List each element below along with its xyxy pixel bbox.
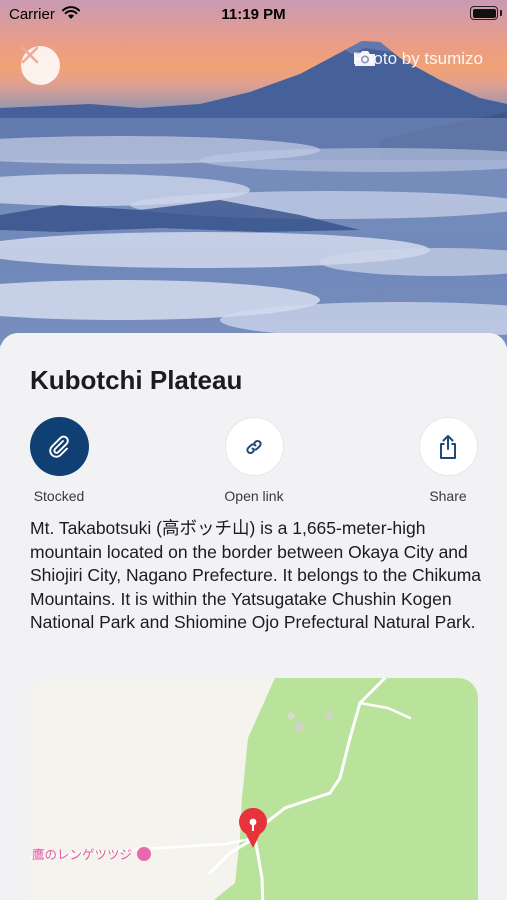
location-map[interactable]: 鷹のレンゲツツジ: [30, 678, 478, 900]
place-description: Mt. Takabotsuki (高ボッチ山) is a 1,665-meter…: [30, 518, 482, 632]
map-poi-name: 鷹のレンゲツツジ: [32, 848, 133, 862]
battery-cap: [500, 10, 502, 16]
stocked-label: Stocked: [33, 488, 85, 504]
open-link-button[interactable]: [224, 417, 284, 476]
stocked-action[interactable]: Stocked: [4, 417, 114, 504]
paperclip-icon: [49, 435, 69, 458]
clock: 11:19 PM: [221, 6, 286, 23]
poi-icon: [137, 846, 152, 861]
open-link-label: Open link: [224, 488, 284, 504]
photo-credit[interactable]: Photo by tsumizo: [353, 49, 483, 69]
link-icon: [246, 439, 262, 454]
share-icon: [440, 434, 456, 459]
share-label: Share: [429, 488, 467, 504]
share-button[interactable]: [418, 417, 478, 476]
close-icon: [21, 46, 39, 64]
stocked-button[interactable]: [29, 417, 89, 476]
battery-icon: [470, 6, 498, 20]
place-detail-screen: Carrier 11:19 PM Photo by tsumizo Kubotc…: [0, 0, 507, 900]
close-button[interactable]: [21, 46, 60, 85]
share-action[interactable]: Share: [393, 417, 503, 504]
map-canvas: [30, 678, 478, 900]
camera-icon: [354, 51, 375, 66]
detail-sheet: Kubotchi Plateau Stocked Open link Share…: [0, 333, 507, 900]
place-title: Kubotchi Plateau: [30, 365, 243, 395]
map-pin-icon[interactable]: [235, 806, 271, 850]
map-poi-label[interactable]: 鷹のレンゲツツジ: [32, 844, 152, 863]
status-bar: Carrier 11:19 PM: [0, 0, 507, 30]
open-link-action[interactable]: Open link: [199, 417, 309, 504]
hero-photo: Carrier 11:19 PM Photo by tsumizo: [0, 0, 507, 380]
